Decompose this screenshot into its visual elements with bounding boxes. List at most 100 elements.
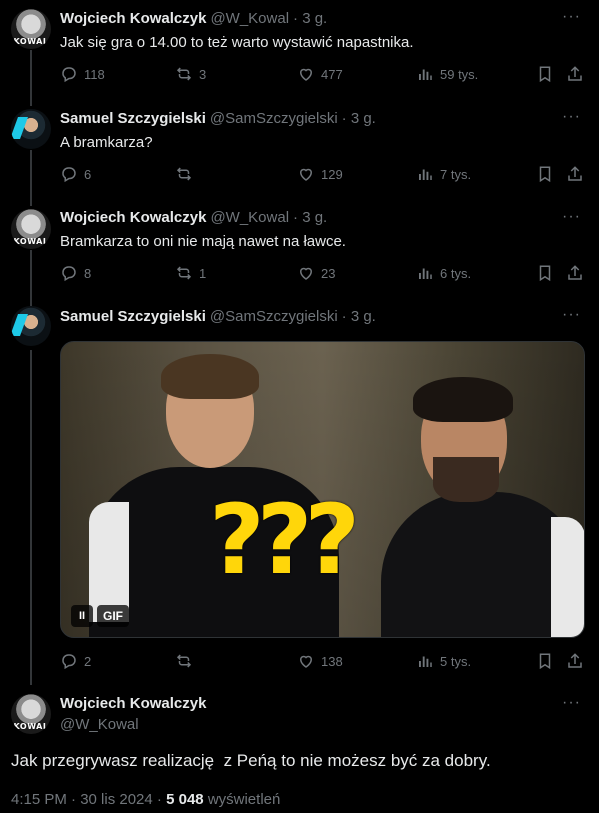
author-handle[interactable]: @W_Kowal <box>60 716 206 733</box>
main-tweet-header: Wojciech Kowalczyk @W_Kowal <box>60 695 206 733</box>
share-icon <box>568 653 582 668</box>
tweet-header: Samuel Szczygielski @SamSzczygielski · 3 g… <box>60 110 376 127</box>
analytics-icon <box>419 169 432 180</box>
bookmark-icon <box>539 653 551 670</box>
author-name[interactable]: Samuel Szczygielski <box>60 110 206 127</box>
tweet-text: Jak się gra o 14.00 to też warto wystawi… <box>60 34 414 51</box>
reply-icon <box>62 167 76 183</box>
views-button[interactable]: 5 tys. <box>416 651 471 671</box>
tweet-time[interactable]: · 3 g. <box>342 308 376 325</box>
share-icon <box>568 66 582 81</box>
pause-icon[interactable]: II <box>71 605 93 627</box>
reply-tweet[interactable]: KOWAL Wojciech Kowalczyk @W_Kowal · 3 g. ·… <box>0 0 599 100</box>
author-handle[interactable]: @SamSzczygielski <box>210 308 338 325</box>
more-options-icon[interactable]: ··· <box>562 306 581 324</box>
share-button[interactable] <box>566 164 584 184</box>
author-handle[interactable]: @SamSzczygielski <box>210 110 338 127</box>
reply-icon <box>62 67 76 83</box>
views-count: 7 tys. <box>440 166 472 182</box>
views-count: 5 048 <box>166 791 204 808</box>
heart-icon <box>299 267 313 280</box>
like-button[interactable]: 129 <box>297 164 343 184</box>
more-options-icon[interactable]: ··· <box>562 694 581 712</box>
heart-icon <box>299 655 313 668</box>
author-name[interactable]: Wojciech Kowalczyk <box>60 695 206 712</box>
tweet-time[interactable]: · 3 g. <box>293 209 327 226</box>
avatar[interactable] <box>11 306 51 346</box>
tweet-text: A bramkarza? <box>60 134 153 151</box>
reply-tweet[interactable]: KOWAL Wojciech Kowalczyk @W_Kowal · 3 g. ·… <box>0 200 599 300</box>
like-button[interactable]: 138 <box>297 651 343 671</box>
repost-button[interactable]: 1 <box>175 263 206 283</box>
action-bar: 8 1 23 6 tys. <box>60 263 590 283</box>
tweet-time[interactable]: · 3 g. <box>342 110 376 127</box>
reply-count: 8 <box>84 265 92 281</box>
reply-count: 2 <box>84 653 92 669</box>
views-count: 59 tys. <box>440 66 479 82</box>
reply-count: 6 <box>84 166 92 182</box>
bookmark-icon <box>539 166 551 183</box>
more-options-icon[interactable]: ··· <box>562 208 581 226</box>
tweet-time[interactable]: · 3 g. <box>293 10 327 27</box>
more-options-icon[interactable]: ··· <box>562 108 581 126</box>
gif-badge: GIF <box>97 605 129 627</box>
analytics-icon <box>419 268 432 279</box>
like-count: 477 <box>321 66 343 82</box>
bookmark-button[interactable] <box>536 651 554 671</box>
reply-button[interactable]: 8 <box>60 263 91 283</box>
reply-icon <box>62 266 76 282</box>
share-button[interactable] <box>566 64 584 84</box>
views-count: 5 tys. <box>440 653 472 669</box>
bookmark-button[interactable] <box>536 164 554 184</box>
avatar[interactable]: KOWAL <box>11 9 51 49</box>
share-icon <box>568 265 582 280</box>
like-button[interactable]: 23 <box>297 263 335 283</box>
tweet-footer: 4:15 PM · 30 lis 2024 · 5 048 wyświetleń <box>11 791 280 808</box>
question-marks-overlay: ??? <box>209 484 360 596</box>
main-tweet-text: Jak przegrywasz realizację z Peńą to nie… <box>11 751 491 770</box>
author-name[interactable]: Wojciech Kowalczyk <box>60 10 206 27</box>
views-button[interactable]: 6 tys. <box>416 263 471 283</box>
tweet-header: Wojciech Kowalczyk @W_Kowal · 3 g. <box>60 10 327 27</box>
repost-icon <box>176 167 192 181</box>
reply-icon <box>62 654 76 670</box>
repost-count: 1 <box>199 265 207 281</box>
author-name[interactable]: Wojciech Kowalczyk <box>60 209 206 226</box>
reply-button[interactable]: 6 <box>60 164 91 184</box>
reply-count: 118 <box>84 66 105 82</box>
views-button[interactable]: 7 tys. <box>416 164 471 184</box>
bookmark-button[interactable] <box>536 64 554 84</box>
analytics-icon <box>419 656 432 667</box>
share-button[interactable] <box>566 263 584 283</box>
reply-button[interactable]: 2 <box>60 651 91 671</box>
timestamp[interactable]: 4:15 PM · 30 lis 2024 · <box>11 791 162 808</box>
tweet-header: Wojciech Kowalczyk @W_Kowal · 3 g. <box>60 209 327 226</box>
author-handle[interactable]: @W_Kowal <box>210 209 289 226</box>
gif-media[interactable]: ??? II GIF <box>60 341 585 638</box>
like-button[interactable]: 477 <box>297 64 343 84</box>
reply-button[interactable]: 118 <box>60 64 105 84</box>
repost-icon <box>176 266 192 280</box>
avatar[interactable]: KOWAL <box>11 209 51 249</box>
share-icon <box>568 166 582 181</box>
repost-button[interactable] <box>175 651 199 671</box>
author-handle[interactable]: @W_Kowal <box>210 10 289 27</box>
tweet-text: Bramkarza to oni nie mają nawet na ławce… <box>60 233 346 250</box>
action-bar: 6 129 7 tys. <box>60 164 590 184</box>
avatar[interactable] <box>11 109 51 149</box>
bookmark-button[interactable] <box>536 263 554 283</box>
views-button[interactable]: 59 tys. <box>416 64 478 84</box>
reply-tweet[interactable]: Samuel Szczygielski @SamSzczygielski · 3 g… <box>0 100 599 200</box>
avatar[interactable]: KOWAL <box>11 694 51 734</box>
gif-controls: II GIF <box>71 605 129 627</box>
share-button[interactable] <box>566 651 584 671</box>
like-count: 23 <box>321 265 336 281</box>
views-label: wyświetleń <box>207 791 281 808</box>
author-name[interactable]: Samuel Szczygielski <box>60 308 206 325</box>
repost-button[interactable]: 3 <box>175 64 206 84</box>
repost-button[interactable] <box>175 164 199 184</box>
like-count: 138 <box>321 653 343 669</box>
action-bar: 118 3 477 59 tys. <box>60 64 590 84</box>
action-bar: 2 138 5 tys. <box>60 651 590 671</box>
more-options-icon[interactable]: ··· <box>562 8 581 26</box>
